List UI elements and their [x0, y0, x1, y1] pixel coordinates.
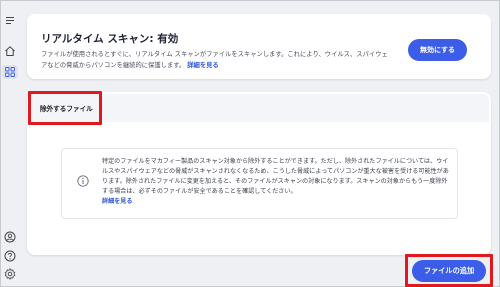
- help-icon[interactable]: [4, 250, 16, 262]
- gear-icon[interactable]: [4, 268, 16, 280]
- excluded-info-text: 特定のファイルをマカフィー製品のスキャン対象から除外することができます。ただし、…: [102, 157, 450, 207]
- grid-icon[interactable]: [2, 65, 18, 79]
- add-file-button[interactable]: ファイルの追加: [412, 260, 486, 282]
- disable-button[interactable]: 無効にする: [408, 39, 467, 61]
- account-icon[interactable]: [4, 231, 16, 243]
- info-icon: [77, 172, 89, 187]
- excluded-info-box: 特定のファイルをマカフィー製品のスキャン対象から除外することができます。ただし、…: [61, 148, 458, 219]
- realtime-scan-card: リアルタイム スキャン: 有効 ファイルが使用されるとすぐに、リアルタイム スキ…: [27, 14, 491, 79]
- realtime-details-link[interactable]: 詳細を見る: [187, 62, 218, 69]
- excluded-info-body: 特定のファイルをマカフィー製品のスキャン対象から除外することができます。ただし、…: [102, 158, 449, 195]
- excluded-files-card: 除外するファイル 特定のファイルをマカフィー製品のスキャン対象から除外することが…: [27, 92, 491, 255]
- realtime-scan-description: ファイルが使用されるとすぐに、リアルタイム スキャンがファイルをスキャンします。…: [41, 49, 391, 71]
- tab-excluded-files[interactable]: 除外するファイル: [40, 103, 93, 113]
- excluded-details-link[interactable]: 詳細を見る: [102, 198, 132, 205]
- left-nav-rail: [1, 1, 19, 286]
- realtime-scan-title: リアルタイム スキャン: 有効: [41, 33, 179, 45]
- excluded-files-header: 除外するファイル: [29, 94, 489, 122]
- hamburger-menu-icon[interactable]: [4, 14, 16, 26]
- home-icon[interactable]: [4, 45, 16, 57]
